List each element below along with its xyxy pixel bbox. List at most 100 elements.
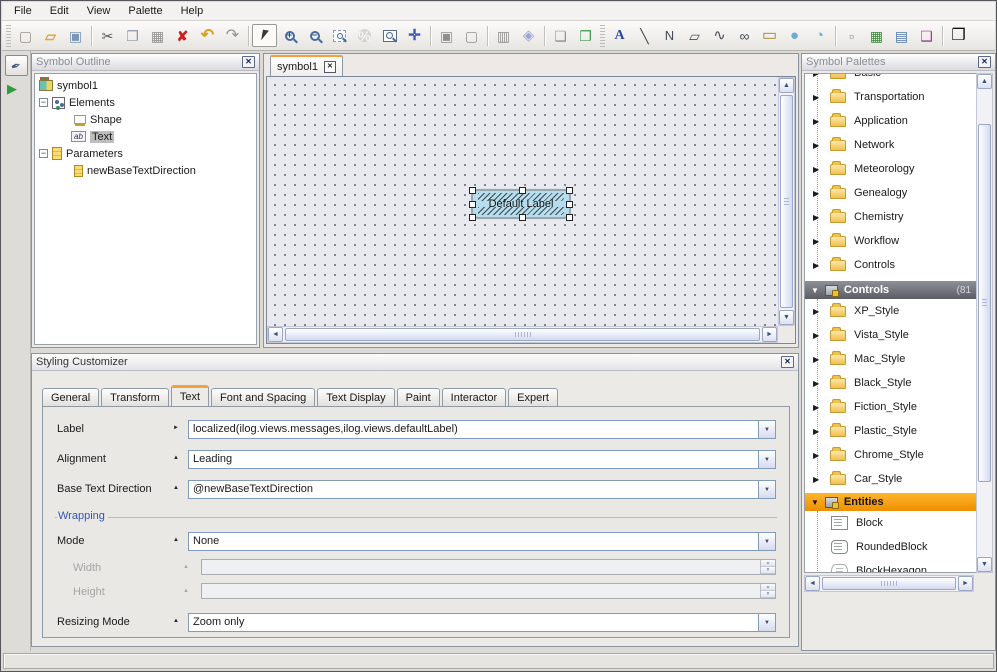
collapse-arrow-icon[interactable]: ▼ — [811, 286, 819, 295]
tab-text[interactable]: Text — [171, 385, 209, 406]
collapse-arrow-icon[interactable]: ▼ — [811, 498, 819, 507]
toolbar-grip[interactable] — [600, 25, 605, 47]
menu-view[interactable]: View — [79, 3, 119, 19]
palette-item-black-style[interactable]: ▶Black_Style — [805, 371, 977, 395]
undo-button[interactable]: ↶ — [195, 24, 220, 47]
expand-arrow-icon[interactable]: ▶ — [813, 355, 822, 364]
selection-handle[interactable] — [469, 214, 476, 221]
scroll-right-icon[interactable]: ► — [762, 327, 777, 342]
insert-image-button[interactable]: ▦ — [864, 24, 889, 47]
select-tool-button[interactable] — [252, 24, 277, 47]
expand-arrow-icon[interactable]: ▶ — [813, 117, 822, 126]
toolbar-grip[interactable] — [6, 25, 11, 47]
palette-item-fiction-style[interactable]: ▶Fiction_Style — [805, 395, 977, 419]
palette-item-chemistry[interactable]: ▶Chemistry — [805, 205, 977, 229]
dropdown-arrow-icon[interactable]: ▼ — [758, 614, 775, 631]
label-combobox[interactable]: localized(ilog.views.messages,ilog.views… — [188, 420, 776, 439]
palette-item-transportation[interactable]: ▶Transportation — [805, 85, 977, 109]
dropdown-arrow-icon[interactable]: ▼ — [758, 421, 775, 438]
selection-handle[interactable] — [566, 214, 573, 221]
collapse-expander-icon[interactable]: − — [39, 149, 48, 158]
collapse-expander-icon[interactable]: − — [39, 98, 48, 107]
tab-expert[interactable]: Expert — [508, 388, 558, 406]
expand-arrow-icon[interactable]: ▶ — [813, 331, 822, 340]
palette-item-mac-style[interactable]: ▶Mac_Style — [805, 347, 977, 371]
wizard-button[interactable]: ◈ — [516, 24, 541, 47]
line-tool-button[interactable]: ╲ — [632, 24, 657, 47]
close-icon[interactable]: ✕ — [242, 56, 255, 68]
delete-button[interactable]: ✘ — [170, 24, 195, 47]
save-button[interactable]: ▣ — [63, 24, 88, 47]
priority-arrow-icon[interactable]: ▲ — [173, 618, 179, 624]
selection-handle[interactable] — [566, 201, 573, 208]
scroll-down-icon[interactable]: ▼ — [779, 310, 794, 325]
expand-arrow-icon[interactable]: ▶ — [813, 73, 822, 78]
ungroup-button[interactable]: ▢ — [459, 24, 484, 47]
palette-item-xp-style[interactable]: ▶XP_Style — [805, 299, 977, 323]
expand-arrow-icon[interactable]: ▶ — [813, 475, 822, 484]
selection-handle[interactable] — [469, 187, 476, 194]
palette-item-roundedblock[interactable]: RoundedBlock — [805, 535, 977, 559]
expand-arrow-icon[interactable]: ▶ — [813, 261, 822, 270]
tab-font-and-spacing[interactable]: Font and Spacing — [211, 388, 315, 406]
alignment-combobox[interactable]: Leading ▼ — [188, 450, 776, 469]
send-to-back-button[interactable]: ❐ — [573, 24, 598, 47]
palette-item-vista-style[interactable]: ▶Vista_Style — [805, 323, 977, 347]
expand-arrow-icon[interactable]: ▶ — [813, 165, 822, 174]
menu-palette[interactable]: Palette — [120, 3, 170, 19]
menu-edit[interactable]: Edit — [42, 3, 77, 19]
styling-customizer-toggle-button[interactable]: ✒ — [5, 55, 28, 76]
palette-item-genealogy[interactable]: ▶Genealogy — [805, 181, 977, 205]
dropdown-arrow-icon[interactable]: ▼ — [758, 533, 775, 550]
zoom-in-button[interactable]: + — [277, 24, 302, 47]
palette-item-application[interactable]: ▶Application — [805, 109, 977, 133]
polyline-tool-button[interactable]: N — [657, 24, 682, 47]
tree-node-parameters[interactable]: − Parameters — [35, 145, 256, 162]
tab-text-display[interactable]: Text Display — [317, 388, 394, 406]
mode-combobox[interactable]: None ▼ — [188, 532, 776, 551]
scroll-left-icon[interactable]: ◄ — [268, 327, 283, 342]
text-tool-button[interactable]: A — [607, 24, 632, 47]
palette-item-controls[interactable]: ▶Controls — [805, 253, 977, 277]
scroll-up-icon[interactable]: ▲ — [977, 74, 992, 89]
selected-symbol-element[interactable]: Default Label — [471, 189, 571, 219]
tree-node-elements[interactable]: − Elements — [35, 94, 256, 111]
expand-arrow-icon[interactable]: ▶ — [813, 451, 822, 460]
tab-paint[interactable]: Paint — [397, 388, 440, 406]
scrollbar-thumb[interactable] — [780, 95, 793, 308]
rectangle-tool-button[interactable]: ▭ — [757, 24, 782, 47]
polygon-tool-button[interactable]: ▱ — [682, 24, 707, 47]
tree-node-symbol1[interactable]: symbol1 — [35, 77, 256, 94]
ellipse-tool-button[interactable]: ● — [782, 24, 807, 47]
scroll-left-icon[interactable]: ◄ — [805, 576, 820, 591]
palette-item-workflow[interactable]: ▶Workflow — [805, 229, 977, 253]
redo-button[interactable]: ↷ — [220, 24, 245, 47]
tab-interactor[interactable]: Interactor — [442, 388, 506, 406]
palette-item-plastic-style[interactable]: ▶Plastic_Style — [805, 419, 977, 443]
tree-node-shape[interactable]: Shape — [35, 111, 256, 128]
expand-arrow-icon[interactable]: ▶ — [813, 213, 822, 222]
selection-handle[interactable] — [519, 214, 526, 221]
tree-node-parameter[interactable]: newBaseTextDirection — [35, 162, 256, 179]
expand-arrow-icon[interactable]: ▶ — [813, 403, 822, 412]
close-icon[interactable]: ✕ — [781, 356, 794, 368]
editor-tab-symbol1[interactable]: symbol1 ✕ — [270, 55, 343, 76]
palette-item-basic[interactable]: ▶Basic — [805, 73, 977, 85]
selection-handle[interactable] — [469, 201, 476, 208]
new-document-button[interactable]: ▢ — [13, 24, 38, 47]
scroll-right-icon[interactable]: ► — [958, 576, 973, 591]
zoom-out-button[interactable]: − — [302, 24, 327, 47]
scrollbar-thumb[interactable] — [285, 328, 760, 341]
group-button[interactable]: ▣ — [434, 24, 459, 47]
scrollbar-thumb[interactable] — [822, 577, 956, 590]
closed-spline-tool-button[interactable]: ∞ — [732, 24, 757, 47]
priority-arrow-icon[interactable]: ▲ — [173, 485, 179, 491]
tab-transform[interactable]: Transform — [101, 388, 169, 406]
scroll-down-icon[interactable]: ▼ — [977, 557, 992, 572]
palette-item-network[interactable]: ▶Network — [805, 133, 977, 157]
insert-layers-button[interactable]: ▤ — [889, 24, 914, 47]
bring-to-front-button[interactable]: ❏ — [548, 24, 573, 47]
spline-tool-button[interactable]: ∿ — [707, 24, 732, 47]
cut-button[interactable]: ✂ — [95, 24, 120, 47]
point-tool-button[interactable]: ▫ — [839, 24, 864, 47]
